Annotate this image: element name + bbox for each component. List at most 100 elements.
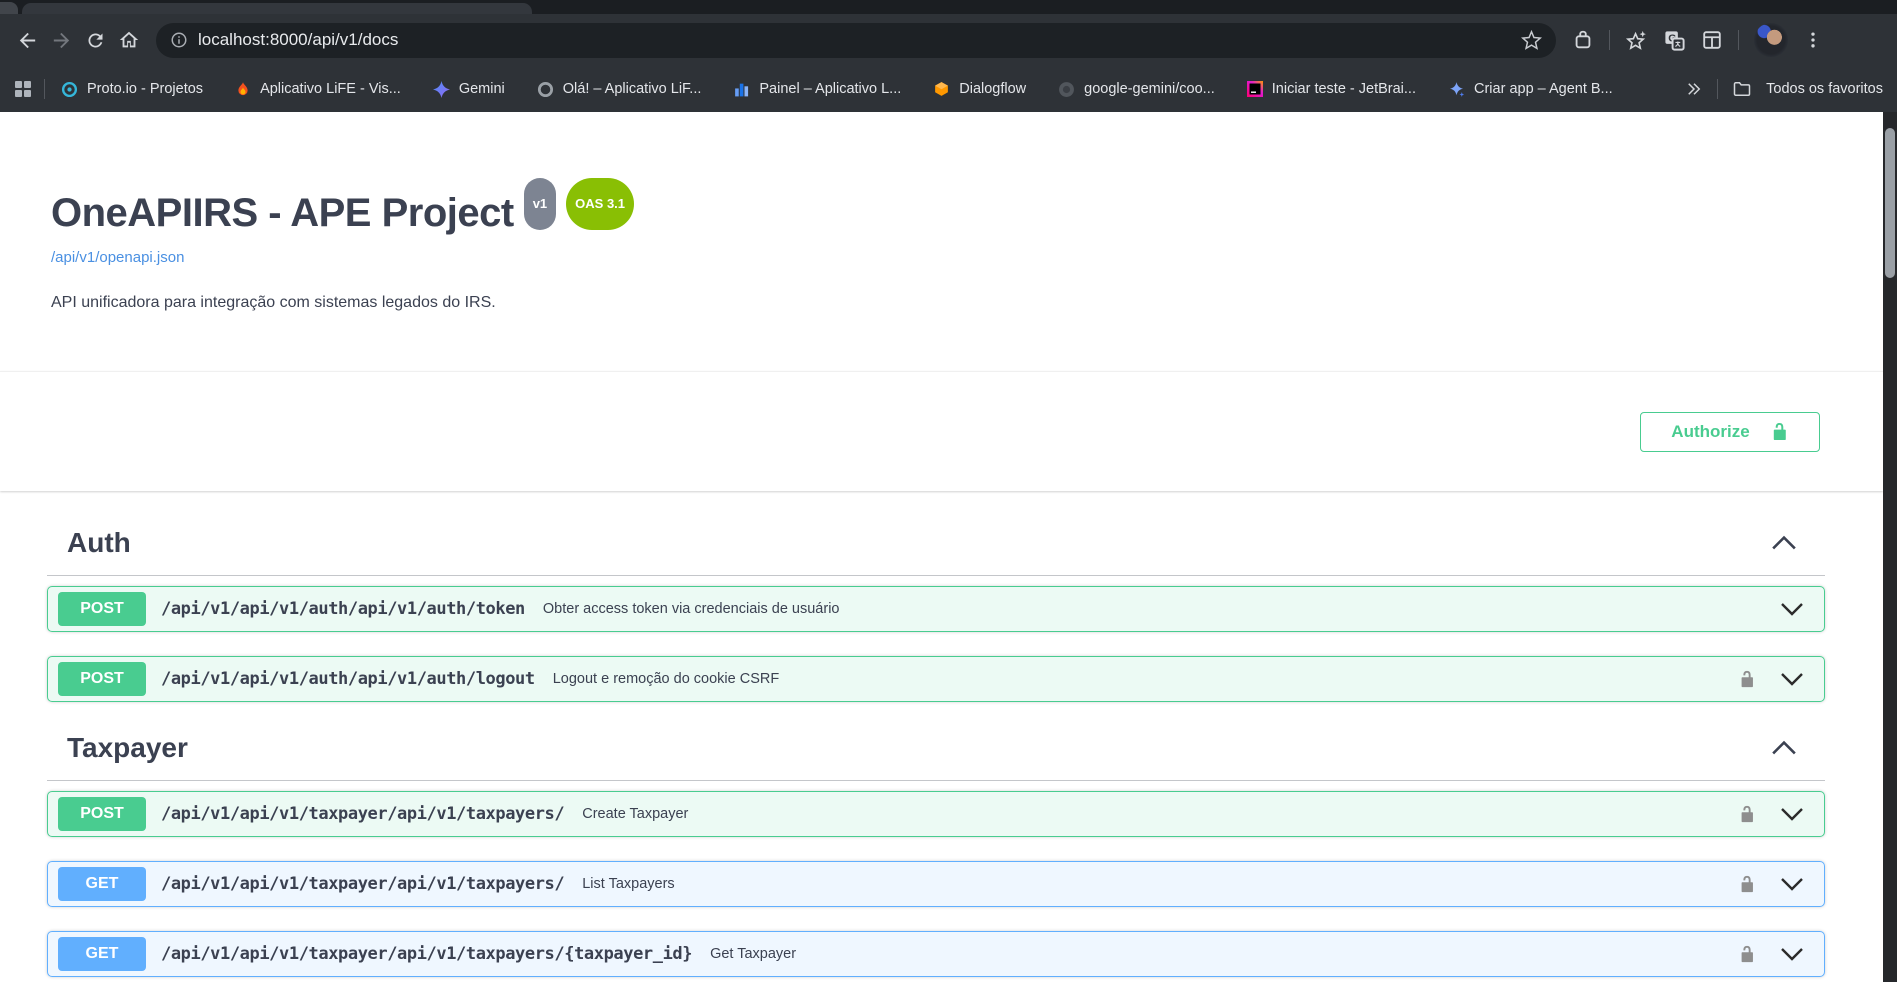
home-icon: [118, 29, 140, 51]
jetbrains-icon: [1246, 81, 1263, 97]
dialogflow-hexagon-icon: [933, 81, 950, 98]
bookmarks-list: Proto.io - Projetos Aplicativo LiFE - Vi…: [61, 80, 1685, 98]
operation-summary: Get Taxpayer: [710, 946, 797, 962]
operation-path: /api/v1/api/v1/auth/api/v1/auth/token: [161, 599, 525, 619]
extensions-icon[interactable]: [1572, 29, 1594, 51]
operation-row-get[interactable]: GET /api/v1/api/v1/taxpayer/api/v1/taxpa…: [47, 861, 1825, 907]
chevron-down-icon[interactable]: [1780, 946, 1804, 962]
forward-button[interactable]: [44, 23, 78, 57]
dark-circle-icon: [1058, 81, 1075, 98]
active-tab[interactable]: [22, 3, 532, 14]
operation-summary: Logout e remoção do cookie CSRF: [552, 671, 780, 687]
operation-path: /api/v1/api/v1/taxpayer/api/v1/taxpayers…: [161, 874, 565, 894]
browser-toolbar: localhost:8000/api/v1/docs G: [0, 14, 1897, 66]
partial-tab[interactable]: [0, 2, 18, 14]
method-badge: POST: [58, 797, 146, 831]
proto-io-icon: [61, 81, 78, 98]
blue-sparkle-icon: [1448, 81, 1465, 98]
flame-icon: [235, 81, 251, 98]
authorize-label: Authorize: [1671, 421, 1750, 441]
oas-version-badge: OAS 3.1: [566, 178, 635, 230]
gray-ring-icon: [537, 81, 554, 98]
reload-icon: [85, 30, 106, 51]
profile-avatar[interactable]: [1754, 23, 1788, 57]
api-description: API unificadora para integração com sist…: [51, 294, 496, 311]
bookmarks-right-group: Todos os favoritos: [1685, 79, 1883, 99]
bookmark-item-2[interactable]: Aplicativo LiFE - Vis...: [235, 81, 401, 98]
api-title-text: OneAPIIRS - APE Project: [51, 191, 514, 235]
operation-row-post[interactable]: POST /api/v1/api/v1/auth/api/v1/auth/tok…: [47, 586, 1825, 632]
all-favorites-label[interactable]: Todos os favoritos: [1766, 81, 1883, 97]
method-badge: POST: [58, 662, 146, 696]
home-button[interactable]: [112, 23, 146, 57]
tag-section-taxpayer: Taxpayer POST /api/v1/api/v1/taxpayer/ap…: [47, 726, 1825, 977]
tag-section-header[interactable]: Auth: [47, 521, 1825, 576]
operation-row-post[interactable]: POST /api/v1/api/v1/auth/api/v1/auth/log…: [47, 656, 1825, 702]
unlocked-padlock-icon[interactable]: [1738, 804, 1756, 824]
authorize-button[interactable]: Authorize: [1640, 411, 1820, 452]
operation-summary: Create Taxpayer: [582, 806, 689, 822]
chevron-down-icon[interactable]: [1780, 601, 1804, 617]
toolbar-right-group: G: [1572, 23, 1823, 57]
bar-chart-icon: [733, 81, 750, 98]
chevron-down-icon[interactable]: [1780, 806, 1804, 822]
bookmark-item-7[interactable]: google-gemini/coo...: [1058, 81, 1215, 98]
bookmarks-separator: [44, 79, 45, 99]
bookmark-item-3[interactable]: Gemini: [432, 80, 505, 98]
bookmarks-bar: Proto.io - Projetos Aplicativo LiFE - Vi…: [0, 66, 1897, 112]
operation-summary: List Taxpayers: [582, 876, 675, 892]
forward-icon: [50, 29, 73, 52]
reading-list-icon[interactable]: [1701, 29, 1723, 51]
browser-tab-strip: [0, 0, 1897, 14]
unlocked-padlock-icon[interactable]: [1738, 944, 1756, 964]
page-info-icon[interactable]: [170, 31, 188, 49]
reload-button[interactable]: [78, 23, 112, 57]
swagger-page: OneAPIIRS - APE Project v1 OAS 3.1 /api/v1…: [0, 112, 1883, 982]
bookmark-sparkle-icon[interactable]: [1625, 29, 1648, 52]
openapi-spec-link[interactable]: /api/v1/openapi.json: [51, 249, 184, 266]
page-scrollbar[interactable]: [1883, 112, 1897, 982]
bookmark-item-6[interactable]: Dialogflow: [933, 81, 1026, 98]
bookmark-star-icon[interactable]: [1521, 29, 1542, 51]
api-info-block: OneAPIIRS - APE Project v1 OAS 3.1 /api/v1…: [0, 112, 1883, 312]
bookmark-item-9[interactable]: Criar app – Agent B...: [1448, 81, 1613, 98]
operation-path: /api/v1/api/v1/taxpayer/api/v1/taxpayers…: [161, 944, 693, 964]
apps-grid-icon[interactable]: [14, 80, 32, 98]
unlocked-padlock-icon[interactable]: [1738, 669, 1756, 689]
method-badge: GET: [58, 867, 146, 901]
operations-container: Auth POST /api/v1/api/v1/auth/api/v1/aut…: [0, 491, 1883, 977]
back-icon: [16, 29, 39, 52]
back-button[interactable]: [10, 23, 44, 57]
tag-section-header[interactable]: Taxpayer: [47, 726, 1825, 781]
bookmarks-separator: [1717, 79, 1719, 99]
operation-row-post[interactable]: POST /api/v1/api/v1/taxpayer/api/v1/taxp…: [47, 791, 1825, 837]
gemini-sparkle-icon: [432, 80, 450, 98]
menu-dots-icon[interactable]: [1803, 30, 1823, 50]
toolbar-separator: [1609, 30, 1610, 50]
bookmark-item-1[interactable]: Proto.io - Projetos: [61, 81, 203, 98]
api-version-badge: v1: [523, 178, 557, 230]
chevron-up-icon[interactable]: [1771, 739, 1797, 757]
bookmark-item-5[interactable]: Painel – Aplicativo L...: [733, 81, 901, 98]
bookmark-item-8[interactable]: Iniciar teste - JetBrai...: [1246, 81, 1416, 97]
method-badge: GET: [58, 937, 146, 971]
address-bar[interactable]: localhost:8000/api/v1/docs: [156, 22, 1556, 58]
unlocked-padlock-icon: [1770, 422, 1789, 441]
operation-row-get[interactable]: GET /api/v1/api/v1/taxpayer/api/v1/taxpa…: [47, 931, 1825, 977]
chevron-double-right-icon[interactable]: [1685, 80, 1703, 98]
chevron-up-icon[interactable]: [1771, 534, 1797, 552]
api-title: OneAPIIRS - APE Project v1 OAS 3.1: [51, 178, 1825, 236]
operation-path: /api/v1/api/v1/taxpayer/api/v1/taxpayers…: [161, 804, 565, 824]
chevron-down-icon[interactable]: [1780, 876, 1804, 892]
chevron-down-icon[interactable]: [1780, 671, 1804, 687]
unlocked-padlock-icon[interactable]: [1738, 874, 1756, 894]
operation-summary: Obter access token via credenciais de us…: [542, 601, 840, 617]
url-text[interactable]: localhost:8000/api/v1/docs: [198, 30, 1521, 50]
translate-icon[interactable]: G: [1663, 29, 1686, 52]
method-badge: POST: [58, 592, 146, 626]
folder-icon: [1732, 79, 1752, 99]
tag-section-auth: Auth POST /api/v1/api/v1/auth/api/v1/aut…: [47, 521, 1825, 702]
scrollbar-thumb[interactable]: [1885, 128, 1895, 278]
bookmark-item-4[interactable]: Olá! – Aplicativo LiF...: [537, 81, 701, 98]
tag-title: Auth: [67, 527, 131, 558]
